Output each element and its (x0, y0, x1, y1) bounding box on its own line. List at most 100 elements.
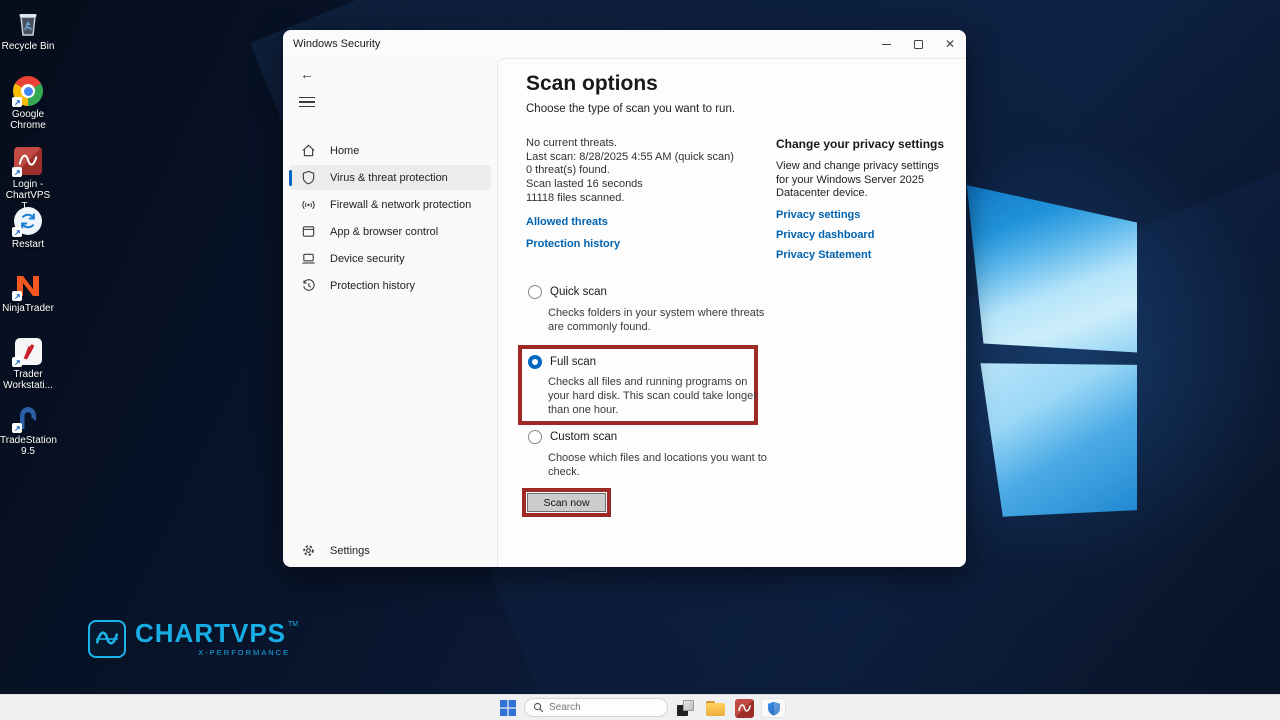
desktop-icon-label: Google Chrome (0, 109, 56, 131)
custom-scan-description: Choose which files and locations you wan… (548, 452, 768, 480)
protection-history-link[interactable]: Protection history (526, 238, 620, 250)
sidebar-item-settings[interactable]: Settings (289, 538, 491, 563)
folder-icon (706, 701, 725, 716)
chartvps-app-icon (735, 699, 754, 718)
chrome-icon (13, 76, 43, 106)
shortcut-arrow-icon (12, 423, 22, 433)
privacy-panel: Change your privacy settings View and ch… (776, 137, 956, 261)
trader-workstation-icon (13, 336, 43, 366)
custom-scan-option[interactable]: Custom scan (528, 430, 617, 444)
desktop-icon-label: NinjaTrader (2, 303, 54, 314)
watermark-brand: CHARTVPS (135, 620, 286, 646)
sidebar-item-label: Home (330, 145, 359, 157)
status-line: Scan lasted 16 seconds (526, 178, 734, 192)
option-label: Custom scan (550, 431, 617, 443)
sidebar-item-protection-history[interactable]: Protection history (289, 273, 491, 298)
minimize-button[interactable] (870, 30, 902, 58)
privacy-statement-link[interactable]: Privacy Statement (776, 249, 956, 261)
title-bar[interactable]: Windows Security ✕ (283, 30, 966, 58)
maximize-button[interactable] (902, 30, 934, 58)
app-window-icon (301, 224, 316, 239)
watermark-tagline: X-PERFORMANCE (198, 648, 290, 657)
desktop-icon-label: TradeStation 9.5 (0, 435, 56, 457)
scan-status: No current threats. Last scan: 8/28/2025… (526, 137, 734, 206)
watermark-tm: TM (288, 621, 298, 628)
task-view-button[interactable] (674, 698, 696, 718)
sidebar-item-label: Settings (330, 545, 370, 557)
chartvps-watermark: CHARTVPS TM X-PERFORMANCE (88, 620, 298, 658)
windows-logo-icon (500, 700, 516, 716)
sidebar-item-label: Device security (330, 253, 405, 265)
sidebar: ← Home Virus & threat protection Firewal (283, 58, 497, 567)
privacy-body: View and change privacy settings for you… (776, 160, 948, 201)
file-explorer-button[interactable] (704, 698, 726, 718)
windows-security-window: Windows Security ✕ ← Home Virus & threat… (283, 30, 966, 567)
privacy-dashboard-link[interactable]: Privacy dashboard (776, 229, 956, 241)
scan-now-button[interactable]: Scan now (527, 493, 606, 512)
network-signal-icon (301, 197, 316, 212)
hamburger-menu-button[interactable] (295, 90, 319, 114)
option-label: Full scan (550, 356, 596, 368)
shortcut-arrow-icon (12, 167, 22, 177)
shortcut-arrow-icon (12, 291, 22, 301)
custom-scan-radio[interactable] (528, 430, 542, 444)
page-subtitle: Choose the type of scan you want to run. (526, 103, 735, 115)
shortcut-arrow-icon (12, 357, 22, 367)
desktop-icon-tradestation[interactable]: TradeStation 9.5 (0, 402, 56, 457)
laptop-icon (301, 251, 316, 266)
scan-options-content: Scan options Choose the type of scan you… (497, 58, 966, 567)
status-line: No current threats. (526, 137, 734, 151)
full-scan-radio[interactable] (528, 355, 542, 369)
quick-scan-description: Checks folders in your system where thre… (548, 307, 768, 335)
tradestation-icon (13, 402, 43, 432)
windows-security-taskbar-button[interactable] (761, 698, 786, 718)
shield-icon (301, 170, 316, 185)
close-button[interactable]: ✕ (934, 30, 966, 58)
quick-scan-option[interactable]: Quick scan (528, 285, 607, 299)
sidebar-item-firewall-network[interactable]: Firewall & network protection (289, 192, 491, 217)
sidebar-item-label: App & browser control (330, 226, 438, 238)
full-scan-option[interactable]: Full scan (528, 355, 596, 369)
full-scan-highlight-box: Full scan Checks all files and running p… (518, 345, 758, 425)
desktop-icon-ninjatrader[interactable]: NinjaTrader (0, 270, 56, 314)
full-scan-description: Checks all files and running programs on… (548, 376, 758, 417)
chartvps-logo-icon (88, 620, 126, 658)
search-input[interactable] (549, 702, 649, 713)
search-icon (533, 702, 544, 713)
desktop-icon-login-chartvps[interactable]: Login - ChartVPS T... (0, 146, 56, 212)
history-clock-icon (301, 278, 316, 293)
allowed-threats-link[interactable]: Allowed threats (526, 216, 608, 228)
desktop-icon-recycle-bin[interactable]: Recycle Bin (0, 8, 56, 52)
quick-scan-radio[interactable] (528, 285, 542, 299)
scan-now-highlight-box: Scan now (522, 488, 611, 517)
taskbar-search[interactable] (524, 698, 668, 717)
shortcut-arrow-icon (12, 227, 22, 237)
status-line: 11118 files scanned. (526, 192, 734, 206)
sidebar-item-device-security[interactable]: Device security (289, 246, 491, 271)
chartvps-app-icon (13, 146, 43, 176)
gear-icon (301, 543, 316, 558)
desktop-icon-google-chrome[interactable]: Google Chrome (0, 76, 56, 131)
start-button[interactable] (500, 700, 516, 716)
back-button[interactable]: ← (295, 62, 319, 86)
shortcut-arrow-icon (12, 97, 22, 107)
sidebar-item-virus-threat-protection[interactable]: Virus & threat protection (289, 165, 491, 190)
home-icon (301, 143, 316, 158)
desktop-icon-label: Trader Workstati... (0, 369, 56, 391)
privacy-settings-link[interactable]: Privacy settings (776, 209, 956, 221)
desktop-icon-trader-workstation[interactable]: Trader Workstati... (0, 336, 56, 391)
sidebar-nav: Home Virus & threat protection Firewall … (289, 138, 491, 300)
chartvps-taskbar-button[interactable] (733, 698, 755, 718)
option-label: Quick scan (550, 286, 607, 298)
desktop-icon-restart[interactable]: Restart (0, 206, 56, 250)
sidebar-item-home[interactable]: Home (289, 138, 491, 163)
minimize-icon (882, 44, 891, 45)
sidebar-item-label: Firewall & network protection (330, 199, 471, 211)
security-shield-icon (766, 700, 782, 717)
sidebar-item-app-browser-control[interactable]: App & browser control (289, 219, 491, 244)
taskbar: ENG US 1:03 PM 8/28/2025 (0, 694, 1280, 720)
privacy-heading: Change your privacy settings (776, 137, 956, 151)
maximize-icon (914, 40, 923, 49)
status-line: 0 threat(s) found. (526, 164, 734, 178)
status-line: Last scan: 8/28/2025 4:55 AM (quick scan… (526, 151, 734, 165)
